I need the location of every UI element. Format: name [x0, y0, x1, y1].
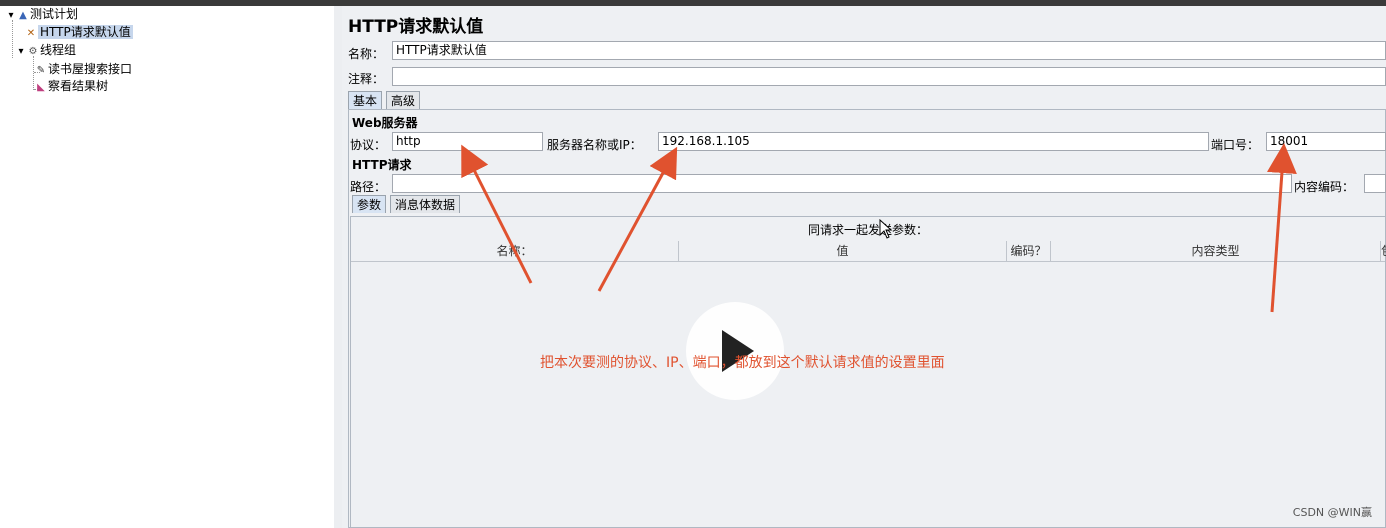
column-name[interactable]: 名称： — [351, 241, 679, 261]
tree-item-label: 测试计划 — [30, 7, 79, 21]
tree-item-test-plan[interactable]: ▾ ▲ 测试计划 — [6, 6, 78, 23]
tree-item-label: HTTP请求默认值 — [38, 25, 133, 39]
tree-item-label: 察看结果树 — [48, 79, 109, 93]
server-field[interactable]: 192.168.1.105 — [658, 132, 1209, 151]
parameters-table: 同请求一起发送参数： 名称： 值 编码？ 内容类型 包 — [350, 216, 1386, 528]
table-header: 名称： 值 编码？ 内容类型 包 — [351, 241, 1386, 262]
expand-toggle-icon[interactable]: ▾ — [6, 7, 16, 24]
path-label: 路径： — [350, 180, 387, 194]
protocol-field[interactable]: http — [392, 132, 543, 151]
tab-basic[interactable]: 基本 — [348, 91, 383, 109]
column-value[interactable]: 值 — [679, 241, 1007, 261]
page-title: HTTP请求默认值 — [348, 17, 484, 37]
play-button[interactable] — [686, 302, 784, 400]
server-label: 服务器名称或IP： — [547, 138, 642, 152]
encoding-label: 内容编码： — [1294, 180, 1355, 194]
tree-item-thread-group[interactable]: ▾ ⚙ 线程组 — [16, 42, 76, 59]
listener-icon: ◣ — [37, 82, 45, 93]
tree-item-label: 读书屋搜索接口 — [48, 62, 133, 76]
parameters-caption: 同请求一起发送参数： — [807, 223, 928, 237]
comment-field[interactable] — [392, 67, 1386, 86]
tab-advanced[interactable]: 高级 — [386, 91, 421, 109]
config-icon: ✕ — [26, 28, 36, 39]
protocol-label: 协议： — [350, 138, 387, 152]
http-request-section: HTTP请求 — [352, 158, 412, 172]
sampler-icon: ✎ — [36, 65, 46, 76]
port-field[interactable]: 18001 — [1266, 132, 1386, 151]
web-server-section: Web服务器 — [352, 116, 418, 130]
tree-item-label: 线程组 — [40, 43, 77, 57]
expand-toggle-icon[interactable]: ▾ — [16, 43, 26, 60]
column-include[interactable]: 包 — [1381, 241, 1386, 261]
annotation-text: 把本次要测的协议、IP、端口，都放到这个默认请求值的设置里面 — [540, 355, 945, 371]
tree-guide — [33, 56, 34, 90]
tree-item-sampler[interactable]: ✎ 读书屋搜索接口 — [36, 61, 132, 78]
tree-guide — [12, 20, 13, 58]
tree-item-listener[interactable]: ◣ 察看结果树 — [36, 78, 108, 95]
column-encode[interactable]: 编码？ — [1007, 241, 1051, 261]
comment-label: 注释： — [348, 72, 385, 86]
test-plan-tree: ▾ ▲ 测试计划 ✕ HTTP请求默认值 ▾ ⚙ 线程组 ✎ 读书屋搜索接口 ◣ 察看结果树 — [0, 6, 335, 528]
path-field[interactable] — [392, 174, 1292, 193]
port-label: 端口号： — [1211, 138, 1260, 152]
name-field[interactable]: HTTP请求默认值 — [392, 41, 1386, 60]
thread-group-icon: ⚙ — [28, 46, 38, 57]
tab-body-data[interactable]: 消息体数据 — [390, 195, 461, 213]
tab-parameters[interactable]: 参数 — [352, 195, 387, 213]
mouse-cursor-icon — [879, 219, 893, 239]
encoding-field[interactable] — [1364, 174, 1386, 193]
column-content-type[interactable]: 内容类型 — [1051, 241, 1381, 261]
tree-item-http-defaults[interactable]: ✕ HTTP请求默认值 — [26, 24, 133, 41]
config-panel: HTTP请求默认值 名称： HTTP请求默认值 注释： 基本 高级 Web服务器… — [342, 6, 1386, 528]
watermark: CSDN @WIN赢 — [1292, 506, 1372, 519]
name-label: 名称： — [348, 47, 385, 61]
test-plan-icon: ▲ — [19, 10, 27, 21]
